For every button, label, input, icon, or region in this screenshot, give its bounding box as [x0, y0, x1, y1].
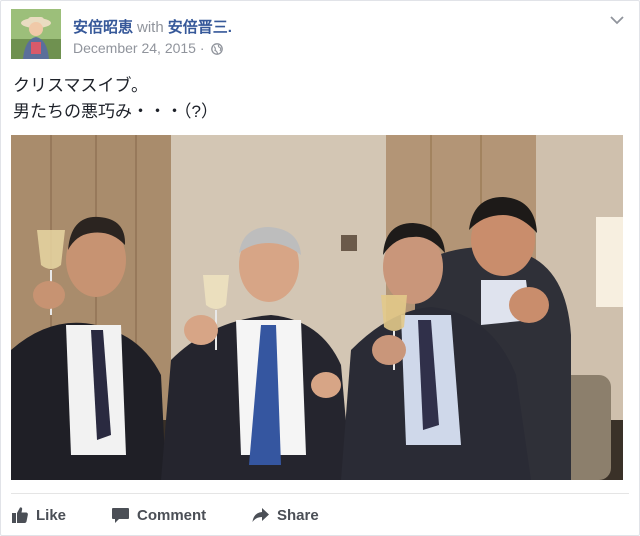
author-avatar[interactable] [11, 9, 61, 59]
post-photo[interactable] [11, 135, 623, 480]
share-arrow-icon [252, 508, 269, 522]
post-date-link[interactable]: December 24, 2015 [73, 40, 196, 56]
post-author-line: 安倍昭恵 with 安倍晋三. [73, 16, 232, 37]
actions-divider [11, 493, 629, 494]
comment-label: Comment [137, 506, 207, 524]
post-text: クリスマスイブ。 男たちの悪巧み・・・（?） [13, 73, 218, 125]
comment-button[interactable]: Comment [111, 501, 206, 529]
speech-bubble-icon [112, 508, 129, 523]
thumbs-up-icon [12, 507, 28, 523]
date-separator: · [199, 40, 205, 56]
author-name-link[interactable]: 安倍昭恵 [73, 19, 133, 36]
post-meta: December 24, 2015 · [73, 40, 224, 58]
photo-image [11, 135, 623, 480]
chevron-down-icon[interactable] [609, 13, 625, 25]
post-card: 安倍昭恵 with 安倍晋三. December 24, 2015 · クリスマスイ… [0, 0, 640, 536]
avatar-image [11, 9, 61, 59]
post-header: 安倍昭恵 with 安倍晋三. December 24, 2015 · [11, 9, 629, 61]
share-button[interactable]: Share [251, 501, 319, 529]
globe-icon[interactable] [211, 42, 224, 58]
post-text-line-1: クリスマスイブ。 [13, 76, 148, 95]
like-label: Like [36, 506, 67, 524]
with-label: with [137, 19, 164, 36]
share-label: Share [277, 506, 319, 524]
like-button[interactable]: Like [11, 501, 66, 529]
post-text-line-2: 男たちの悪巧み・・・（?） [13, 102, 218, 121]
tagged-person-link[interactable]: 安倍晋三. [168, 19, 232, 36]
